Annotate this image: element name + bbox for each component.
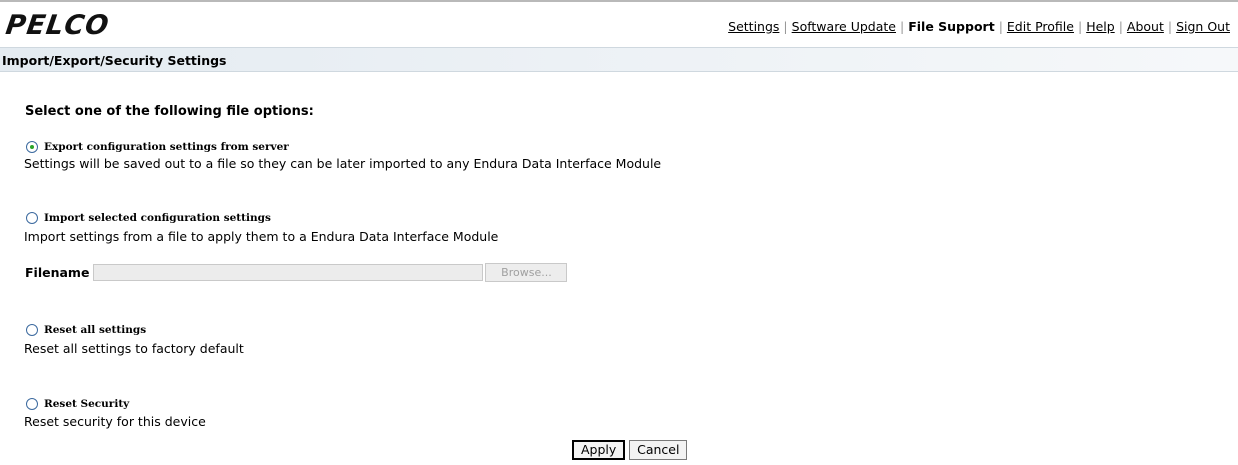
option-reset-all-desc: Reset all settings to factory default [24,341,244,356]
option-export-desc: Settings will be saved out to a file so … [24,156,662,171]
option-export-label[interactable]: Export configuration settings from serve… [44,141,289,153]
form-buttons: Apply Cancel [572,440,688,460]
nav-sign-out[interactable]: Sign Out [1176,19,1230,34]
option-reset-security-label[interactable]: Reset Security [44,398,129,410]
filename-label: Filename [25,265,90,280]
top-bar: PELCO Settings | Software Update | File Supp… [0,0,1238,44]
options-prompt: Select one of the following file options… [25,104,314,119]
nav-about[interactable]: About [1127,19,1164,34]
nav-separator: | [783,19,788,34]
nav-separator: | [1167,19,1173,34]
nav-separator: | [1077,19,1083,34]
nav-separator: | [998,19,1003,34]
filename-row: Filename Browse... [25,263,568,282]
option-import[interactable]: Import selected configuration settings [26,210,271,224]
nav-help[interactable]: Help [1086,19,1115,34]
nav-separator: | [900,19,905,34]
nav-settings[interactable]: Settings [728,19,779,34]
radio-export[interactable] [26,140,38,153]
option-reset-all[interactable]: Reset all settings [26,322,146,336]
nav-software-update[interactable]: Software Update [792,19,896,34]
nav-separator: | [1118,19,1123,34]
top-nav: Settings | Software Update | File Support | Ed… [728,19,1230,34]
option-reset-security-desc: Reset security for this device [24,414,206,429]
nav-edit-profile[interactable]: Edit Profile [1007,19,1074,34]
radio-reset-all[interactable] [26,323,38,336]
radio-import[interactable] [26,211,38,224]
radio-reset-security[interactable] [26,397,38,410]
cancel-button[interactable]: Cancel [629,440,688,460]
option-import-label[interactable]: Import selected configuration settings [44,212,271,224]
filename-input[interactable] [93,264,484,281]
section-header: Import/Export/Security Settings [0,47,1238,72]
option-export[interactable]: Export configuration settings from serve… [26,139,289,153]
option-reset-all-label[interactable]: Reset all settings [44,324,146,336]
option-reset-security[interactable]: Reset Security [26,396,129,410]
browse-button[interactable]: Browse... [485,263,568,282]
apply-button[interactable]: Apply [572,440,626,460]
pelco-logo: PELCO [3,10,112,41]
option-import-desc: Import settings from a file to apply the… [24,229,499,244]
section-title: Import/Export/Security Settings [2,53,227,68]
nav-file-support: File Support [908,19,995,34]
